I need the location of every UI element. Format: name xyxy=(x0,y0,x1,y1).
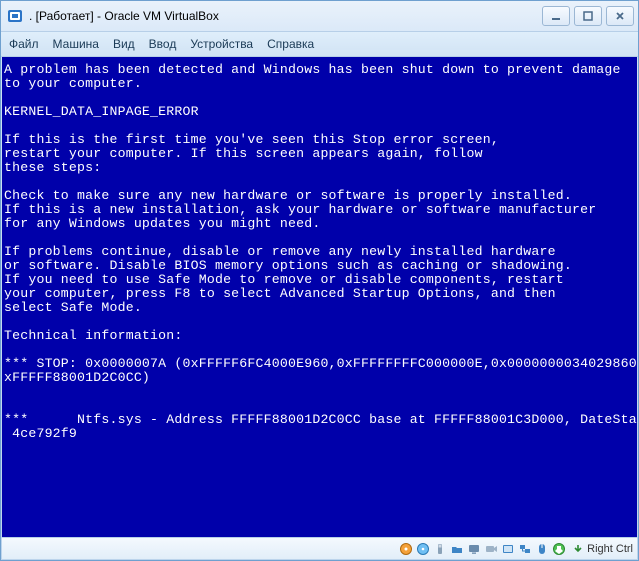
maximize-button[interactable] xyxy=(574,6,602,26)
guest-screen-bsod: A problem has been detected and Windows … xyxy=(2,57,637,537)
bsod-line: these steps: xyxy=(4,160,101,175)
bsod-error-name: KERNEL_DATA_INPAGE_ERROR xyxy=(4,104,199,119)
arrow-down-icon xyxy=(572,543,584,555)
menubar: Файл Машина Вид Ввод Устройства Справка xyxy=(1,32,638,57)
network-icon[interactable] xyxy=(517,541,532,556)
audio-icon[interactable] xyxy=(500,541,515,556)
menu-view[interactable]: Вид xyxy=(113,37,135,51)
bsod-line: to your computer. xyxy=(4,76,142,91)
menu-help[interactable]: Справка xyxy=(267,37,314,51)
host-key-indicator[interactable]: Right Ctrl xyxy=(572,543,633,555)
virtualbox-icon xyxy=(7,8,23,24)
bsod-line: A problem has been detected and Windows … xyxy=(4,62,621,77)
display-icon[interactable] xyxy=(466,541,481,556)
bsod-module-line: 4ce792f9 xyxy=(4,426,77,441)
titlebar[interactable]: . [Работает] - Oracle VM VirtualBox xyxy=(1,1,638,32)
bsod-line: If this is the first time you've seen th… xyxy=(4,132,499,147)
menu-input[interactable]: Ввод xyxy=(149,37,177,51)
bsod-line: If problems continue, disable or remove … xyxy=(4,244,556,259)
bsod-line: If this is a new installation, ask your … xyxy=(4,202,596,217)
window-controls xyxy=(542,6,634,26)
minimize-button[interactable] xyxy=(542,6,570,26)
bsod-line: If you need to use Safe Mode to remove o… xyxy=(4,272,564,287)
virtualbox-window: . [Работает] - Oracle VM VirtualBox Файл… xyxy=(0,0,639,561)
hard-disk-icon[interactable] xyxy=(398,541,413,556)
bsod-line: select Safe Mode. xyxy=(4,300,142,315)
window-title: . [Работает] - Oracle VM VirtualBox xyxy=(29,9,542,23)
host-key-label: Right Ctrl xyxy=(587,543,633,555)
usb-icon[interactable] xyxy=(432,541,447,556)
menu-machine[interactable]: Машина xyxy=(53,37,99,51)
bsod-line: restart your computer. If this screen ap… xyxy=(4,146,483,161)
close-button[interactable] xyxy=(606,6,634,26)
bsod-stop-code: xFFFFF88001D2C0CC) xyxy=(4,370,150,385)
statusbar: Right Ctrl xyxy=(2,537,637,559)
recording-icon[interactable] xyxy=(483,541,498,556)
bsod-stop-code: *** STOP: 0x0000007A (0xFFFFF6FC4000E960… xyxy=(4,356,637,371)
bsod-line: your computer, press F8 to select Advanc… xyxy=(4,286,556,301)
menu-file[interactable]: Файл xyxy=(9,37,39,51)
optical-disk-icon[interactable] xyxy=(415,541,430,556)
menu-devices[interactable]: Устройства xyxy=(190,37,253,51)
bsod-line: for any Windows updates you might need. xyxy=(4,216,320,231)
bsod-module-line: *** Ntfs.sys - Address FFFFF88001D2C0CC … xyxy=(4,412,637,427)
bsod-line: or software. Disable BIOS memory options… xyxy=(4,258,572,273)
bsod-line: Check to make sure any new hardware or s… xyxy=(4,188,572,203)
shared-folders-icon[interactable] xyxy=(449,541,464,556)
keyboard-captured-icon[interactable] xyxy=(551,541,566,556)
bsod-tech-header: Technical information: xyxy=(4,328,183,343)
mouse-integration-icon[interactable] xyxy=(534,541,549,556)
